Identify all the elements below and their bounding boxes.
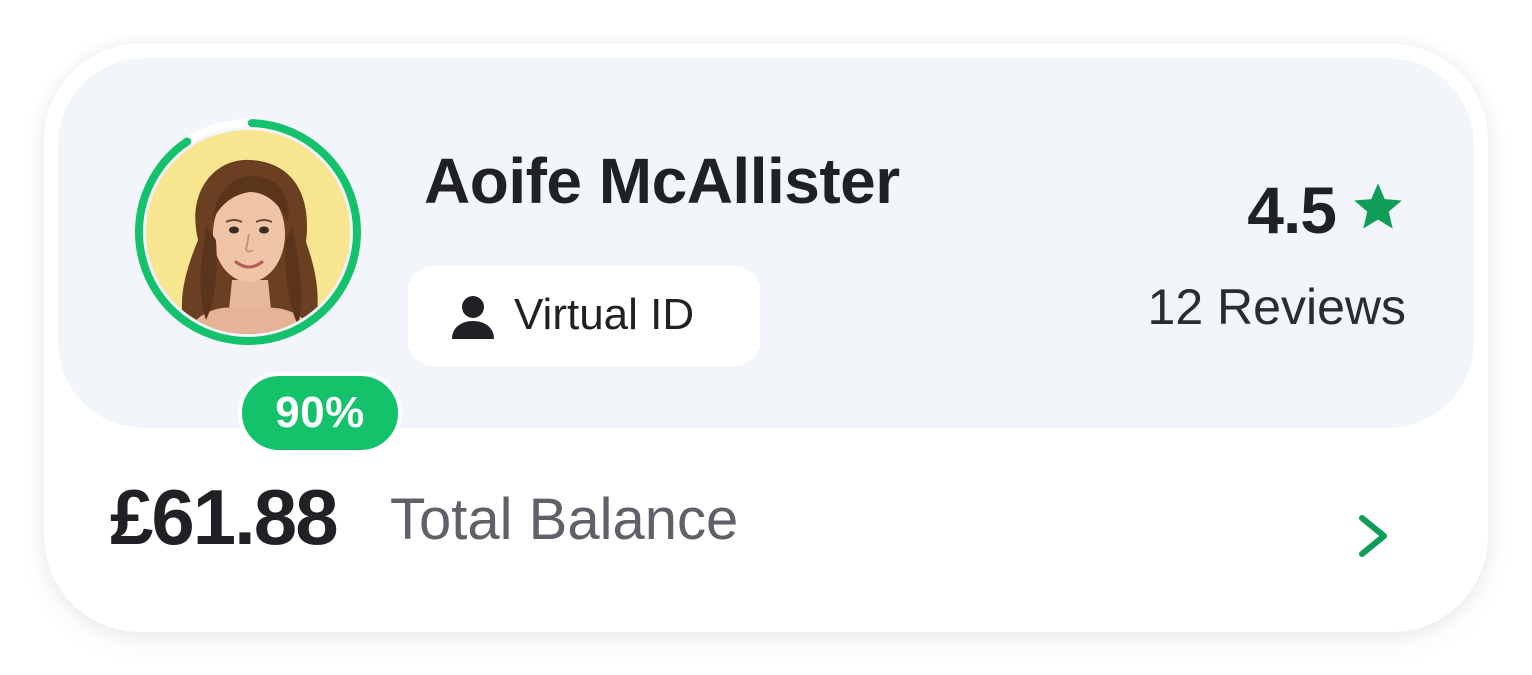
chevron-right-icon[interactable] [1356,514,1392,558]
rating-value: 4.5 [1247,173,1337,247]
profile-panel: 90% Aoife McAllister Virtual ID 4.5 12 R… [58,58,1474,454]
person-icon [452,296,494,339]
reviews-count[interactable]: 12 Reviews [1148,278,1406,336]
user-name: Aoife McAllister [424,145,900,217]
avatar [146,130,350,334]
star-icon [1354,183,1402,229]
virtual-id-label: Virtual ID [514,290,695,339]
rating: 4.5 [1247,170,1406,250]
virtual-id-button[interactable]: Virtual ID [408,266,760,366]
total-balance-row[interactable]: £61.88 Total Balance [44,428,1488,632]
profile-card: 90% Aoife McAllister Virtual ID 4.5 12 R… [44,44,1488,632]
avatar-with-progress[interactable]: 90% [132,116,402,454]
balance-amount: £61.88 [110,473,339,561]
balance-label: Total Balance [390,487,739,552]
